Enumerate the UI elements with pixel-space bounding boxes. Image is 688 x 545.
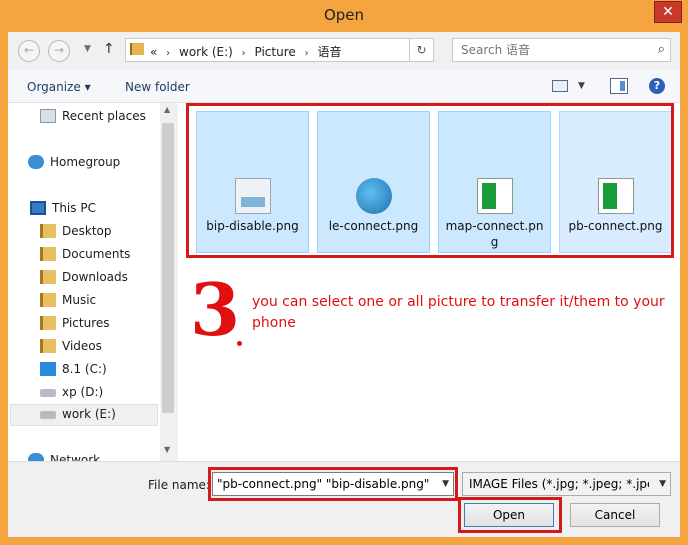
sidebar-item-label: This PC bbox=[52, 201, 96, 215]
instruction-annotation: you can select one or all picture to tra… bbox=[252, 294, 665, 331]
command-bar: Organize ▾ New folder ▼ ? bbox=[8, 70, 680, 103]
sidebar-item-label: work (E:) bbox=[62, 407, 116, 421]
files-highlight-box bbox=[186, 103, 674, 258]
close-button[interactable]: ✕ bbox=[654, 1, 682, 23]
scroll-down-icon[interactable]: ▼ bbox=[164, 445, 170, 454]
folder-icon bbox=[40, 293, 56, 307]
window-title: Open bbox=[323, 6, 365, 24]
annotation-dot bbox=[237, 341, 242, 346]
sidebar-item-label: Downloads bbox=[62, 270, 128, 284]
scrollbar-thumb[interactable] bbox=[162, 123, 174, 413]
chevron-right-icon: › bbox=[304, 48, 309, 59]
breadcrumb-item-current[interactable]: 语音 bbox=[317, 45, 341, 59]
folder-icon bbox=[40, 316, 56, 330]
preview-pane-icon[interactable] bbox=[610, 78, 628, 94]
breadcrumb-item-picture[interactable]: Picture bbox=[255, 45, 296, 59]
sidebar-item-label: xp (D:) bbox=[62, 385, 104, 399]
file-type-select[interactable]: IMAGE Files (*.jpg; *.jpeg; *.jpe; ▼ bbox=[462, 472, 671, 496]
help-icon[interactable]: ? bbox=[649, 78, 665, 94]
folder-icon bbox=[40, 224, 56, 238]
open-dialog: Open ✕ ← → ▼ ↑ « › work (E:) › Picture ›… bbox=[0, 0, 688, 545]
refresh-button[interactable]: ↻ bbox=[410, 38, 434, 62]
file-type-value: IMAGE Files (*.jpg; *.jpeg; *.jpe; bbox=[469, 477, 649, 491]
folder-icon bbox=[40, 270, 56, 284]
recent-locations-dropdown[interactable]: ▼ bbox=[84, 44, 91, 54]
file-name-highlight-box bbox=[208, 467, 458, 501]
folder-icon bbox=[40, 339, 56, 353]
folder-icon bbox=[40, 247, 56, 261]
up-button[interactable]: ↑ bbox=[103, 41, 115, 57]
navigation-pane: Recent places Homegroup This PC Desktop … bbox=[8, 103, 176, 461]
sidebar-item-label: Recent places bbox=[62, 109, 146, 123]
sidebar-item-label: Network bbox=[50, 453, 101, 461]
search-input[interactable] bbox=[453, 39, 643, 61]
cancel-button[interactable]: Cancel bbox=[570, 503, 660, 527]
homegroup-icon bbox=[28, 155, 44, 169]
search-icon[interactable]: ⌕ bbox=[658, 42, 665, 57]
windows-drive-icon bbox=[40, 362, 56, 376]
chevron-right-icon: › bbox=[166, 48, 171, 59]
breadcrumb: « › work (E:) › Picture › 语音 bbox=[150, 43, 341, 60]
chevron-down-icon[interactable]: ▼ bbox=[578, 81, 585, 91]
title-bar: Open ✕ bbox=[0, 0, 688, 32]
change-view-icon[interactable] bbox=[552, 80, 568, 92]
address-bar[interactable]: « › work (E:) › Picture › 语音 ▼ bbox=[125, 38, 511, 62]
sidebar-item-label: Music bbox=[62, 293, 97, 307]
search-box[interactable]: ⌕ bbox=[452, 38, 671, 62]
file-name-label: File name: bbox=[148, 478, 210, 492]
breadcrumb-item-drive[interactable]: work (E:) bbox=[179, 45, 233, 59]
sidebar-item-drive-e[interactable]: work (E:) bbox=[10, 404, 158, 426]
chevron-down-icon[interactable]: ▼ bbox=[659, 479, 666, 489]
network-icon bbox=[28, 453, 44, 461]
step-number-annotation: 3 bbox=[190, 267, 241, 352]
scroll-up-icon[interactable]: ▲ bbox=[164, 105, 170, 114]
sidebar-item-label: Videos bbox=[62, 339, 102, 353]
forward-button[interactable]: → bbox=[48, 40, 70, 62]
sidebar-item-label: Pictures bbox=[62, 316, 110, 330]
sidebar-item-label: Documents bbox=[62, 247, 131, 261]
sidebar-scrollbar[interactable]: ▲ ▼ bbox=[160, 103, 176, 461]
organize-button[interactable]: Organize ▾ bbox=[27, 80, 91, 94]
back-button[interactable]: ← bbox=[18, 40, 40, 62]
sidebar-item-label: Desktop bbox=[62, 224, 112, 238]
drive-icon bbox=[40, 389, 56, 397]
recent-places-icon bbox=[40, 109, 56, 123]
file-name-area: File name: ▼ IMAGE Files (*.jpg; *.jpeg;… bbox=[8, 461, 680, 537]
breadcrumb-overflow[interactable]: « bbox=[150, 45, 157, 59]
new-folder-button[interactable]: New folder bbox=[125, 80, 190, 94]
navigation-row: ← → ▼ ↑ « › work (E:) › Picture › 语音 ▼ ↻ bbox=[8, 32, 680, 70]
sidebar-item-label: Homegroup bbox=[50, 155, 121, 169]
computer-icon bbox=[30, 201, 46, 215]
drive-icon bbox=[40, 411, 56, 419]
sidebar-item-label: 8.1 (C:) bbox=[62, 362, 107, 376]
open-highlight-box bbox=[458, 497, 562, 533]
chevron-right-icon: › bbox=[241, 48, 246, 59]
folder-icon bbox=[130, 43, 144, 55]
